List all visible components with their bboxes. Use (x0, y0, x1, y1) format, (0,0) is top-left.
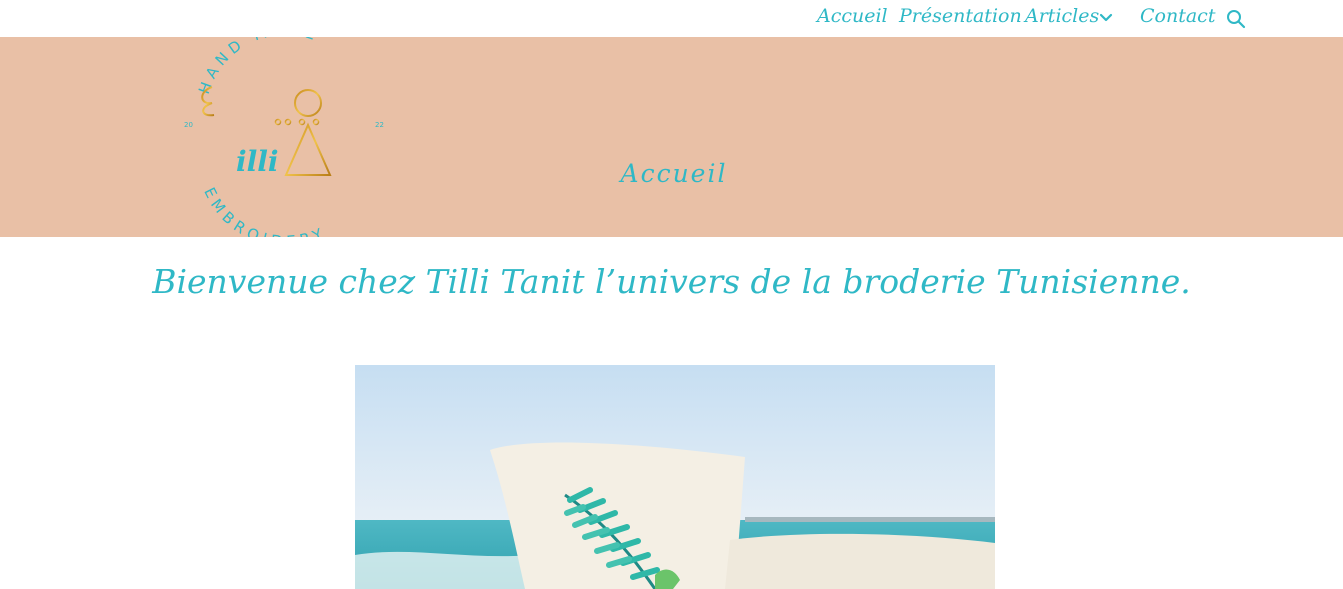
page-title: Accueil (620, 159, 728, 188)
logo-bottom-text: EMBROIDERY (200, 185, 330, 237)
welcome-heading: Bienvenue chez Tilli Tanit l’univers de … (152, 262, 1191, 301)
top-navigation-bar: Accueil Présentation Articles Contact (0, 0, 1343, 37)
featured-image (355, 365, 995, 589)
nav-item-contact[interactable]: Contact (1140, 5, 1215, 27)
page-header-banner: HAND MADE EMBROIDERY 20 22 illi Accueil (0, 37, 1343, 237)
logo-year-left: 20 (184, 121, 193, 129)
chevron-down-icon[interactable] (1098, 10, 1114, 26)
logo-brand-text: illi (236, 145, 279, 178)
search-icon[interactable] (1226, 9, 1246, 29)
nav-item-accueil[interactable]: Accueil (817, 5, 888, 27)
main-nav: Accueil Présentation Articles Contact (0, 0, 1343, 37)
beach-cushion-photo (355, 365, 995, 589)
tanit-figure-icon (284, 89, 332, 176)
nav-item-presentation[interactable]: Présentation (899, 5, 1022, 27)
nav-item-articles[interactable]: Articles (1025, 5, 1099, 27)
logo-year-right: 22 (375, 121, 384, 129)
brand-logo[interactable]: HAND MADE EMBROIDERY 20 22 illi (178, 37, 394, 237)
logo-top-text: HAND MADE (195, 37, 323, 96)
